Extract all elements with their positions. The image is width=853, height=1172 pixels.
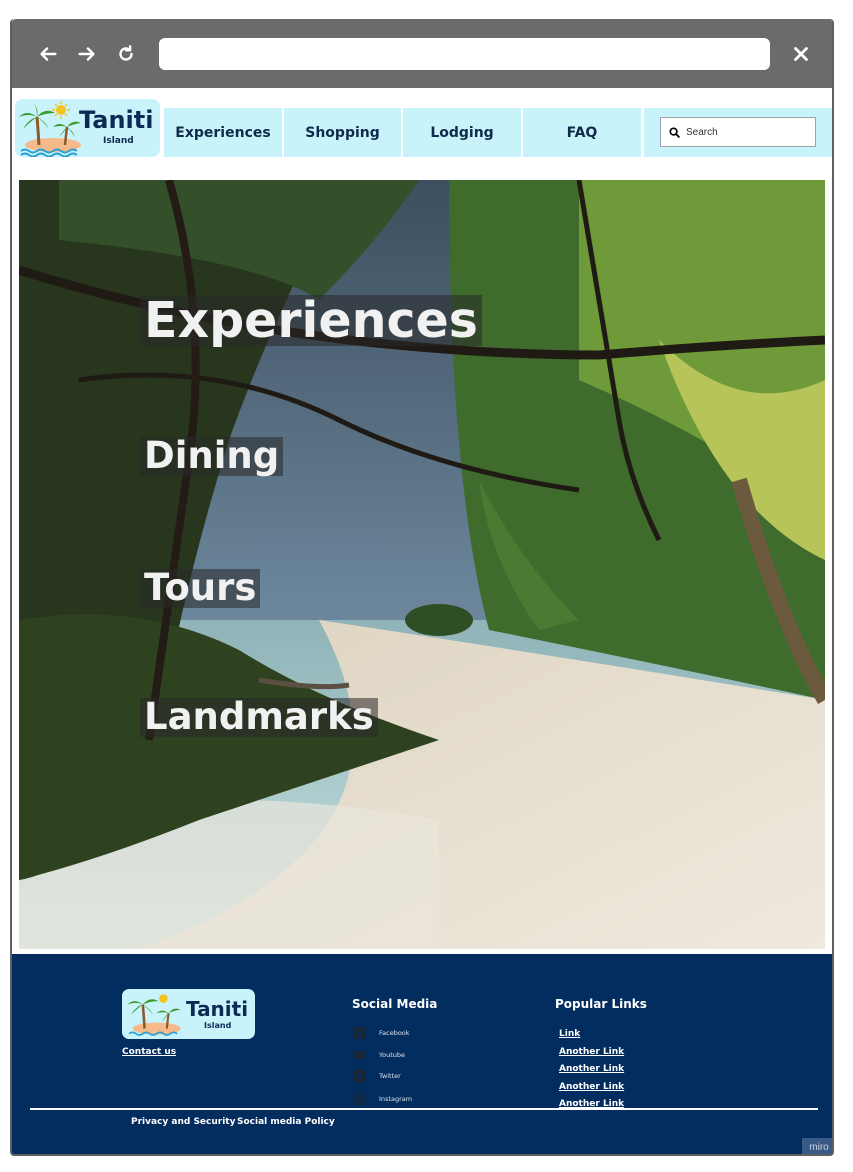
browser-window: Taniti Island Experiences Shopping Lodgi… <box>10 19 834 1156</box>
social-twitter-label: Twitter <box>379 1072 401 1080</box>
site-logo[interactable]: Taniti Island <box>15 99 160 157</box>
twitter-icon <box>354 1070 366 1082</box>
arrow-right-icon <box>78 47 95 61</box>
nav-shopping[interactable]: Shopping <box>284 108 401 157</box>
close-button[interactable] <box>788 41 814 67</box>
footer-divider <box>30 1108 818 1110</box>
social-youtube-label: Youtube <box>379 1051 405 1059</box>
footer-logo-sub: Island <box>204 1021 232 1030</box>
facebook-icon <box>354 1027 366 1039</box>
popular-link[interactable]: Another Link <box>559 1082 624 1092</box>
social-twitter[interactable]: Twitter <box>354 1070 401 1082</box>
hero-link-dining[interactable]: Dining <box>140 436 284 476</box>
nav-lodging[interactable]: Lodging <box>403 108 521 157</box>
search-container <box>644 108 832 157</box>
popular-heading: Popular Links <box>555 997 647 1011</box>
forward-button[interactable] <box>74 41 100 67</box>
close-icon <box>794 47 808 61</box>
youtube-icon <box>354 1051 366 1059</box>
contact-link[interactable]: Contact us <box>122 1047 176 1057</box>
social-facebook-label: Facebook <box>379 1029 410 1037</box>
social-instagram-label: Instagram <box>379 1095 413 1103</box>
miro-watermark: miro <box>802 1138 832 1154</box>
privacy-link[interactable]: Privacy and Security <box>131 1117 235 1127</box>
popular-link[interactable]: Another Link <box>559 1064 624 1074</box>
social-youtube[interactable]: Youtube <box>354 1049 405 1061</box>
reload-button[interactable] <box>113 41 139 67</box>
social-instagram[interactable]: Instagram <box>354 1093 412 1105</box>
search-field[interactable] <box>660 117 816 147</box>
instagram-icon <box>354 1093 366 1105</box>
popular-link[interactable]: Link <box>559 1029 580 1039</box>
palm-island-icon <box>19 101 81 157</box>
site-header: Taniti Island Experiences Shopping Lodgi… <box>12 99 832 157</box>
palm-island-icon <box>127 994 181 1036</box>
social-policy-link[interactable]: Social media Policy <box>237 1117 335 1127</box>
hero-link-tours[interactable]: Tours <box>140 568 261 608</box>
arrow-left-icon <box>40 47 57 61</box>
search-icon <box>669 126 680 138</box>
hero-link-experiences[interactable]: Experiences <box>140 295 482 346</box>
social-heading: Social Media <box>352 997 438 1011</box>
back-button[interactable] <box>35 41 61 67</box>
browser-toolbar <box>12 19 832 88</box>
nav-faq[interactable]: FAQ <box>523 108 641 157</box>
logo-sub: Island <box>103 136 134 146</box>
social-facebook[interactable]: Facebook <box>354 1027 410 1039</box>
site-footer: Taniti Island Contact us Social Media Fa… <box>12 954 832 1154</box>
footer-logo[interactable]: Taniti Island <box>122 989 255 1039</box>
logo-name: Taniti <box>79 106 154 134</box>
nav-experiences[interactable]: Experiences <box>164 108 282 157</box>
address-bar[interactable] <box>159 38 770 70</box>
search-input[interactable] <box>686 126 806 138</box>
popular-link[interactable]: Another Link <box>559 1047 624 1057</box>
reload-icon <box>119 45 133 61</box>
hero-link-landmarks[interactable]: Landmarks <box>140 697 378 737</box>
hero-banner: Experiences Dining Tours Landmarks <box>19 180 825 949</box>
footer-logo-name: Taniti <box>186 997 249 1021</box>
